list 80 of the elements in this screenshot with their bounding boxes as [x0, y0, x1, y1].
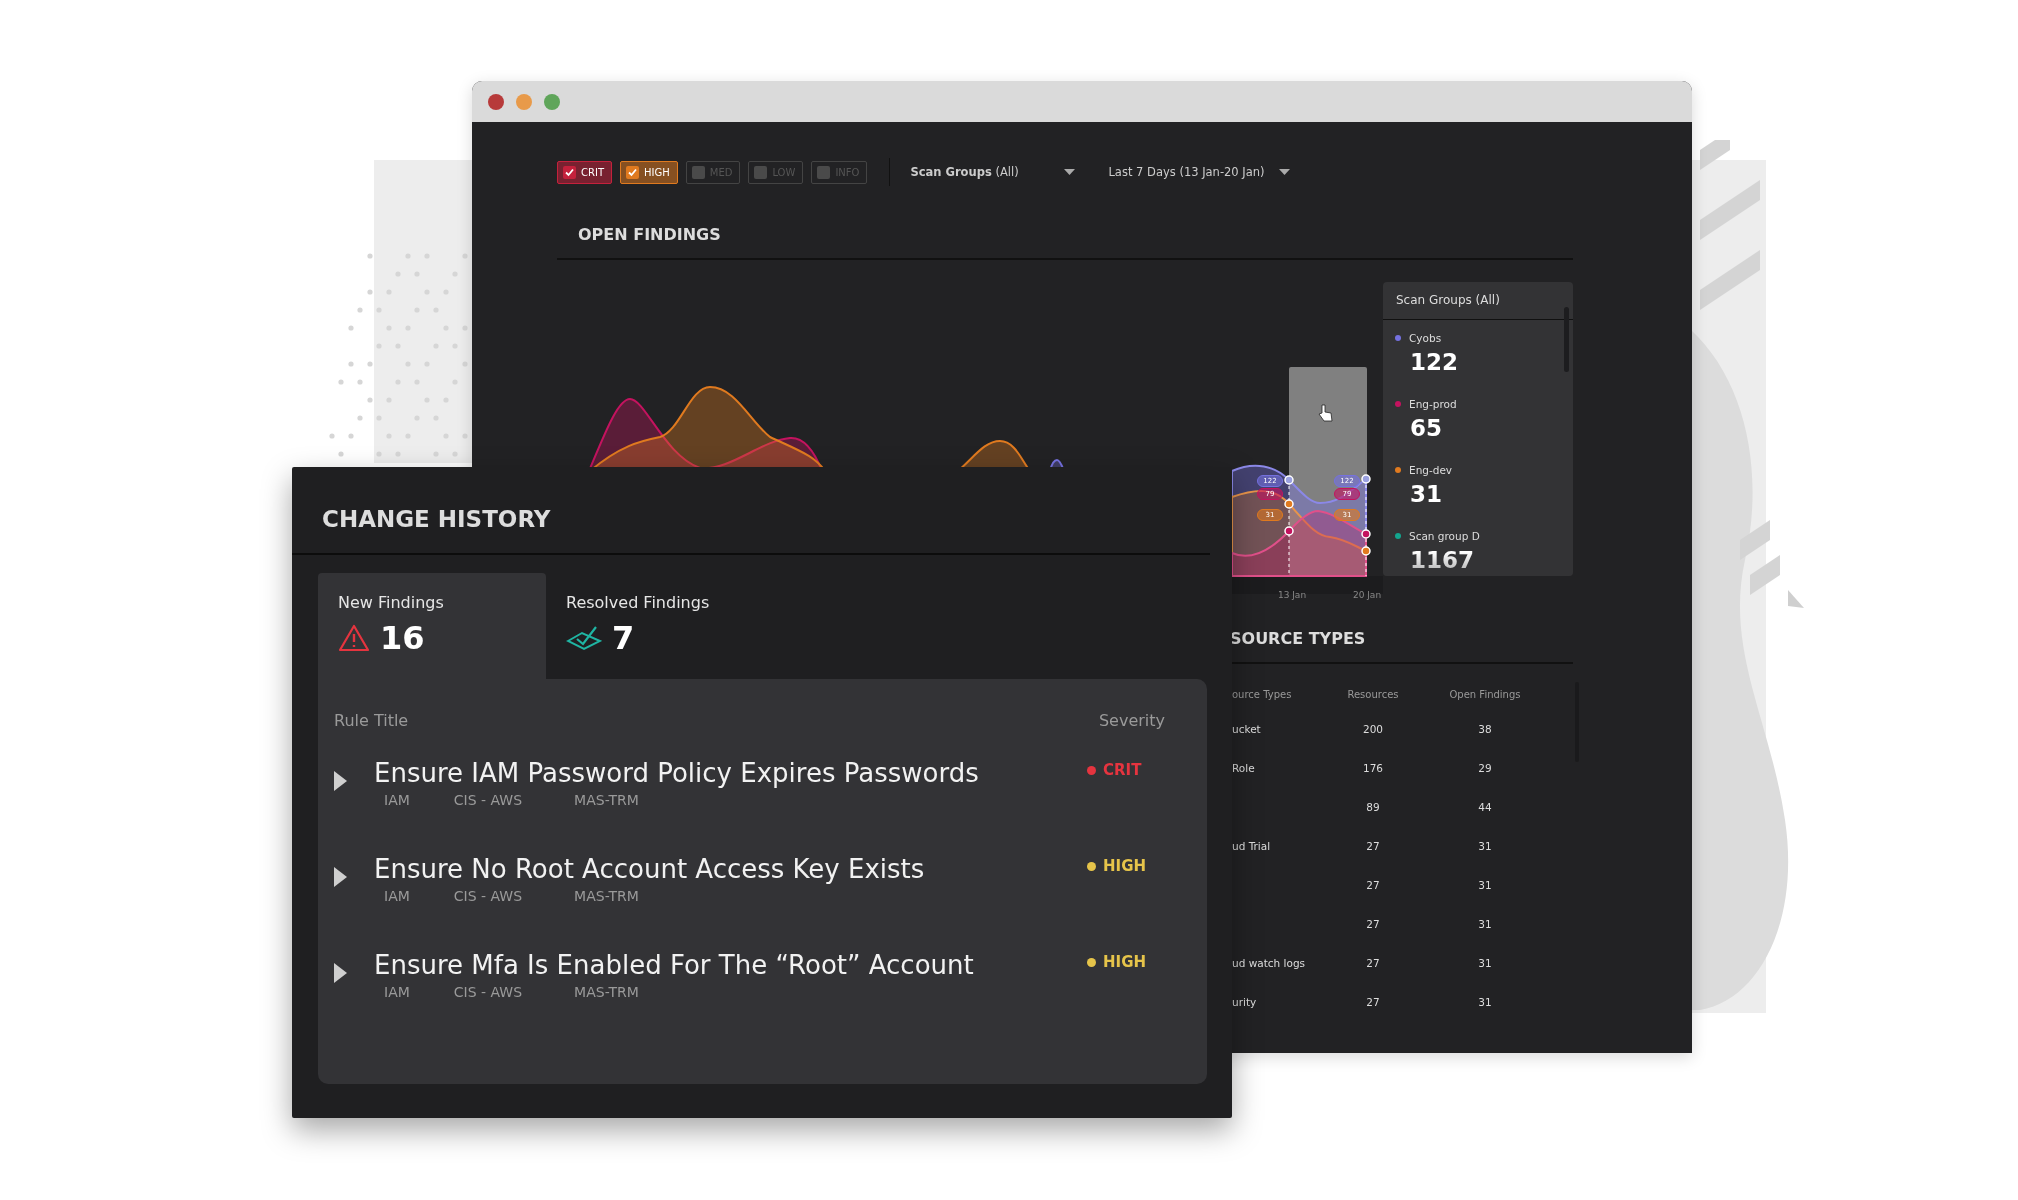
table-cell-text: 200 — [1361, 722, 1384, 737]
table-cell: ucket — [1232, 723, 1261, 735]
table-cell-text: 44 — [1477, 800, 1493, 815]
legend-label: Cyobs — [1409, 332, 1442, 344]
cursor-icon — [1318, 404, 1333, 422]
maximize-button[interactable] — [544, 93, 560, 110]
table-cell: urity — [1232, 996, 1257, 1008]
table-cell-text: 27 — [1365, 995, 1381, 1010]
severity-filter-checkbox[interactable]: CRIT — [557, 160, 612, 184]
table-cell-text: 27 — [1365, 839, 1381, 854]
dropdown-caret-icon — [1278, 169, 1290, 175]
severity-dot-icon — [1087, 957, 1096, 967]
table-cell-text: 27 — [1365, 917, 1381, 932]
severity-dot-icon — [1087, 765, 1096, 775]
section-title: SOURCE TYPES — [1230, 628, 1367, 650]
scrollbar[interactable] — [1564, 307, 1569, 372]
severity-label: CRIT — [1103, 761, 1142, 779]
column-header: Resources — [1346, 688, 1400, 702]
tag: MAS-TRM — [574, 888, 639, 904]
table-cell-text: 27 — [1365, 878, 1381, 893]
severity-label: HIGH — [1103, 953, 1146, 971]
tab-label: New Findings — [338, 593, 444, 612]
expand-caret-icon[interactable] — [334, 963, 347, 983]
diamond-check-icon — [566, 625, 602, 651]
axis-label: 13 Jan — [1276, 590, 1308, 600]
legend-label: Eng-dev — [1409, 464, 1453, 476]
section-title: OPEN FINDINGS — [577, 224, 722, 246]
tag: IAM — [384, 792, 410, 808]
rule-title[interactable]: Ensure IAM Password Policy Expires Passwords — [374, 758, 1087, 788]
severity-label: HIGH — [1103, 857, 1146, 875]
table-cell-text: 31 — [1477, 839, 1493, 854]
column-header: Rule Title — [334, 711, 409, 730]
table-cell-text: 31 — [1477, 956, 1493, 971]
severity-dot-icon — [1087, 861, 1096, 871]
tag: MAS-TRM — [574, 984, 639, 1000]
tab-label: Resolved Findings — [566, 593, 710, 612]
table-cell: ud Trial — [1232, 840, 1271, 852]
findings-tab[interactable]: New Findings 16 — [318, 573, 546, 679]
legend-value: 31 — [1409, 480, 1443, 509]
severity-filter-checkbox[interactable]: HIGH — [620, 160, 678, 184]
filter-dropdown[interactable]: Scan Groups (All) — [910, 165, 1051, 179]
legend-value: 1167 — [1409, 546, 1475, 575]
findings-tab[interactable]: Resolved Findings 7 — [546, 573, 774, 679]
table-cell-text: 27 — [1365, 956, 1381, 971]
table-cell-text: 31 — [1477, 995, 1493, 1010]
table-cell: ud watch logs — [1232, 957, 1306, 969]
legend-value: 122 — [1409, 348, 1459, 377]
table-cell: Role — [1232, 762, 1255, 774]
table-cell-text: 89 — [1365, 800, 1381, 815]
warning-icon — [338, 624, 370, 652]
column-header: Severity — [1098, 711, 1165, 730]
dropdown-caret-icon — [1064, 169, 1076, 175]
filter-dropdown[interactable]: Last 7 Days (13 Jan-20 Jan) — [1108, 165, 1265, 179]
tag: IAM — [384, 984, 410, 1000]
tag: CIS - AWS — [453, 888, 523, 904]
check-icon — [627, 166, 638, 178]
expand-caret-icon[interactable] — [334, 867, 347, 887]
expand-caret-icon[interactable] — [334, 771, 347, 791]
table-cell-text: 38 — [1477, 722, 1493, 737]
findings-count: 7 — [612, 618, 635, 658]
tag: MAS-TRM — [574, 792, 639, 808]
rule-title[interactable]: Ensure No Root Account Access Key Exists — [374, 854, 1087, 884]
rule-title[interactable]: Ensure Mfa Is Enabled For The “Root” Account — [374, 950, 1087, 980]
column-header: ource Types — [1232, 688, 1293, 702]
column-header: Open Findings — [1448, 688, 1522, 702]
tag: CIS - AWS — [453, 792, 523, 808]
tag: IAM — [384, 888, 410, 904]
table-cell-text: 176 — [1361, 761, 1384, 776]
legend-label: Eng-prod — [1409, 398, 1457, 410]
table-cell-text: 31 — [1477, 917, 1493, 932]
panel-title: CHANGE HISTORY — [321, 505, 552, 533]
findings-count: 16 — [380, 618, 425, 658]
table-cell-text: 31 — [1477, 878, 1493, 893]
table-cell-text: 29 — [1477, 761, 1493, 776]
close-button[interactable] — [488, 93, 504, 110]
legend-value: 65 — [1409, 414, 1443, 443]
axis-label: 20 Jan — [1351, 590, 1383, 600]
legend-label: Scan group D — [1409, 530, 1480, 542]
tag: CIS - AWS — [453, 984, 523, 1000]
check-icon — [564, 166, 575, 178]
